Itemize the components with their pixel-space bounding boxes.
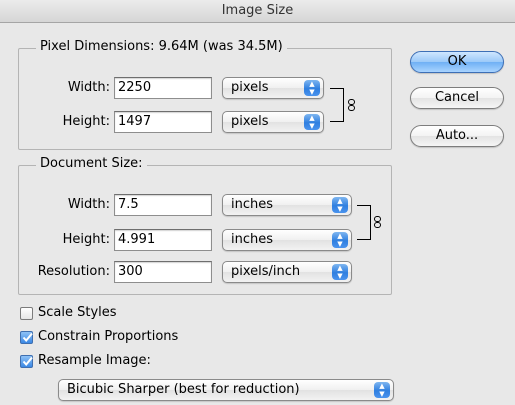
- checkmark-icon: [22, 332, 33, 343]
- document-height-unit-value: inches: [231, 232, 274, 247]
- cancel-button[interactable]: Cancel: [410, 87, 504, 109]
- resolution-label: Resolution:: [37, 264, 110, 279]
- document-width-unit-value: inches: [231, 197, 274, 212]
- checkmark-icon: [22, 356, 33, 367]
- pixel-width-label: Width:: [67, 80, 110, 95]
- auto-button[interactable]: Auto...: [410, 125, 504, 147]
- pixel-height-unit-value: pixels: [231, 114, 269, 129]
- window-title: Image Size: [0, 0, 515, 23]
- scale-styles-label: Scale Styles: [38, 305, 117, 320]
- up-down-arrows-icon: ▲ ▼: [332, 232, 348, 248]
- pixel-link-bracket: [330, 88, 344, 122]
- ok-button[interactable]: OK: [410, 51, 504, 73]
- pixel-width-unit-value: pixels: [231, 80, 269, 95]
- document-width-unit-select[interactable]: inches ▲ ▼: [222, 194, 352, 216]
- resample-method-select[interactable]: Bicubic Sharper (best for reduction) ▲ ▼: [58, 379, 394, 401]
- document-link-bracket: [357, 205, 371, 240]
- pixel-height-field[interactable]: 1497: [114, 111, 212, 133]
- constrain-proportions-label: Constrain Proportions: [38, 329, 179, 344]
- resample-image-checkbox[interactable]: [20, 355, 33, 368]
- up-down-arrows-icon: ▲ ▼: [332, 264, 348, 280]
- resample-image-label: Resample Image:: [38, 353, 151, 368]
- up-down-arrows-icon: ▲ ▼: [304, 80, 320, 96]
- scale-styles-checkbox[interactable]: [20, 307, 33, 320]
- up-down-arrows-icon: ▲ ▼: [332, 197, 348, 213]
- pixel-dimensions-legend: Pixel Dimensions: 9.64M (was 34.5M): [36, 39, 287, 54]
- pixel-width-field[interactable]: 2250: [114, 77, 212, 99]
- document-size-legend: Document Size:: [36, 156, 147, 171]
- chain-link-icon: [348, 99, 355, 111]
- document-height-field[interactable]: 4.991: [114, 229, 212, 251]
- pixel-height-label: Height:: [62, 114, 110, 129]
- pixel-height-unit-select[interactable]: pixels ▲ ▼: [222, 111, 324, 133]
- document-height-unit-select[interactable]: inches ▲ ▼: [222, 229, 352, 251]
- chain-link-icon: [374, 216, 381, 228]
- up-down-arrows-icon: ▲ ▼: [304, 114, 320, 130]
- resolution-unit-select[interactable]: pixels/inch ▲ ▼: [222, 261, 352, 283]
- resolution-unit-value: pixels/inch: [231, 264, 301, 279]
- document-width-label: Width:: [67, 197, 110, 212]
- resolution-field[interactable]: 300: [114, 261, 212, 283]
- up-down-arrows-icon: ▲ ▼: [374, 382, 390, 398]
- constrain-proportions-checkbox[interactable]: [20, 331, 33, 344]
- document-width-field[interactable]: 7.5: [114, 194, 212, 216]
- document-height-label: Height:: [62, 232, 110, 247]
- pixel-width-unit-select[interactable]: pixels ▲ ▼: [222, 77, 324, 99]
- resample-method-value: Bicubic Sharper (best for reduction): [67, 382, 300, 397]
